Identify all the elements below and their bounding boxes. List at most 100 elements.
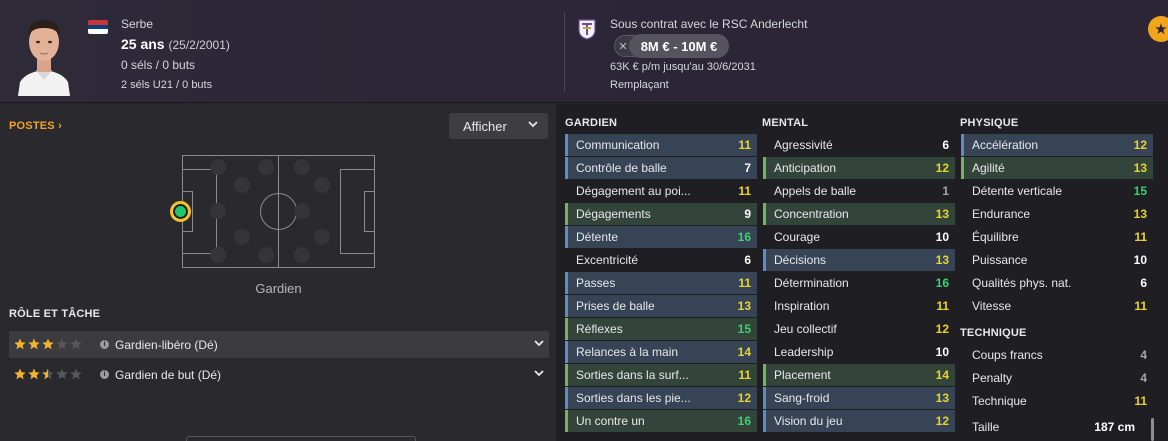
attribute-label: Coups francs (972, 348, 1043, 362)
attribute-value: 4 (1140, 371, 1147, 385)
attribute-row[interactable]: Endurance 13 (961, 203, 1153, 225)
physical-title: PHYSIQUE (960, 117, 1019, 129)
positions-title-link[interactable]: POSTES › (9, 120, 62, 132)
attribute-value: 16 (737, 230, 751, 244)
attribute-row[interactable]: Coups francs 4 (961, 344, 1153, 366)
attribute-row[interactable]: Relances à la main 14 (565, 341, 757, 363)
goalkeeping-title: GARDIEN (565, 117, 618, 129)
attribute-value: 11 (738, 184, 751, 198)
attribute-label: Appels de balle (774, 184, 857, 198)
role-row[interactable]: i Gardien-libéro (Dé) (9, 331, 549, 358)
attribute-value: 10 (935, 345, 949, 359)
attribute-row[interactable]: Sang-froid 13 (763, 387, 955, 409)
info-icon[interactable]: i (100, 370, 109, 379)
role-name: Gardien de but (Dé) (115, 368, 222, 382)
attribute-row[interactable]: Penalty 4 (961, 367, 1153, 389)
attribute-label: Vision du jeu (774, 414, 843, 428)
attribute-label: Dégagement au poi... (576, 184, 691, 198)
attribute-row[interactable]: Détermination 16 (763, 272, 955, 294)
attribute-label: Technique (972, 394, 1027, 408)
attribute-label: Décisions (774, 253, 827, 267)
attribute-row[interactable]: Réflexes 15 (565, 318, 757, 340)
attribute-row[interactable]: Prises de balle 13 (565, 295, 757, 317)
attribute-value: 11 (1134, 299, 1147, 313)
attribute-label: Détente (576, 230, 619, 244)
attribute-row[interactable]: Anticipation 12 (763, 157, 955, 179)
panel-tab-handle[interactable] (186, 436, 416, 441)
attribute-value: 14 (737, 345, 751, 359)
attribute-row[interactable]: Excentricité 6 (565, 249, 757, 271)
attribute-row[interactable]: Vision du jeu 12 (763, 410, 955, 432)
goalkeeper-position-marker (170, 201, 191, 222)
attribute-row[interactable]: Qualités phys. nat. 6 (961, 272, 1153, 294)
attribute-row[interactable]: Placement 14 (763, 364, 955, 386)
attribute-label: Anticipation (774, 161, 837, 175)
attribute-row[interactable]: Passes 11 (565, 272, 757, 294)
attribute-row[interactable]: Inspiration 11 (763, 295, 955, 317)
mental-title: MENTAL (762, 117, 809, 129)
star-icon[interactable]: ★ (1148, 16, 1168, 42)
chevron-down-icon[interactable] (533, 337, 545, 352)
attribute-value: 10 (1133, 253, 1147, 267)
attribute-row[interactable]: Décisions 13 (763, 249, 955, 271)
attribute-row[interactable]: Détente 16 (565, 226, 757, 248)
attribute-row[interactable]: Contrôle de balle 7 (565, 157, 757, 179)
attribute-value: 10 (935, 230, 949, 244)
attribute-label: Courage (774, 230, 821, 244)
senior-caps: 0 séls / 0 buts (121, 58, 196, 72)
attribute-label: Qualités phys. nat. (972, 276, 1072, 290)
attribute-row[interactable]: Dégagements 9 (565, 203, 757, 225)
attribute-label: Endurance (972, 207, 1031, 221)
attribute-row[interactable]: Leadership 10 (763, 341, 955, 363)
attribute-row[interactable]: Concentration 13 (763, 203, 955, 225)
player-header: Serbe 25 ans (25/2/2001) 0 séls / 0 buts… (0, 0, 1168, 103)
attribute-value: 7 (744, 161, 751, 175)
attribute-value: 11 (936, 299, 949, 313)
technical-title: TECHNIQUE (960, 327, 1027, 339)
chevron-down-icon[interactable] (533, 367, 545, 382)
attribute-label: Détermination (774, 276, 849, 290)
attribute-row[interactable]: Agressivité 6 (763, 134, 955, 156)
attribute-row[interactable]: Un contre un 16 (565, 410, 757, 432)
attribute-row[interactable]: Équilibre 11 (961, 226, 1153, 248)
role-row[interactable]: i Gardien de but (Dé) (9, 361, 549, 388)
chevron-right-icon: › (58, 120, 62, 132)
attribute-row[interactable]: Dégagement au poi... 11 (565, 180, 757, 202)
attribute-value: 16 (935, 276, 949, 290)
attribute-row[interactable]: Accélération 12 (961, 134, 1153, 156)
info-icon[interactable]: i (100, 340, 109, 349)
attribute-value: 13 (935, 391, 949, 405)
attribute-value: 12 (1133, 138, 1147, 152)
attribute-value: 11 (1134, 230, 1147, 244)
display-dropdown[interactable]: Afficher (449, 113, 548, 139)
attribute-value: 9 (744, 207, 751, 221)
attribute-value: 11 (738, 276, 751, 290)
nationality: Serbe (121, 17, 154, 31)
attribute-row[interactable]: Technique 11 (961, 390, 1153, 412)
role-rating-stars (14, 368, 84, 380)
attribute-row[interactable]: Détente verticale 15 (961, 180, 1153, 202)
attribute-row[interactable]: Vitesse 11 (961, 295, 1153, 317)
attribute-value: 11 (738, 368, 751, 382)
attribute-value: 6 (1140, 276, 1147, 290)
attribute-row[interactable]: Jeu collectif 12 (763, 318, 955, 340)
attribute-row[interactable]: Sorties dans la surf... 11 (565, 364, 757, 386)
scrollbar[interactable] (1151, 418, 1154, 441)
attribute-value: 14 (935, 368, 949, 382)
attribute-value: 6 (744, 253, 751, 267)
attribute-row[interactable]: Appels de balle 1 (763, 180, 955, 202)
attribute-row[interactable]: Communication 11 (565, 134, 757, 156)
attribute-row[interactable]: Courage 10 (763, 226, 955, 248)
transfer-value-pill[interactable]: ✕ 8M € - 10M € (614, 34, 729, 58)
attribute-value: 12 (737, 391, 751, 405)
attribute-row[interactable]: Agilité 13 (961, 157, 1153, 179)
attribute-label: Vitesse (972, 299, 1012, 313)
attribute-value: 1 (942, 184, 949, 198)
wage-info: 63K € p/m jusqu'au 30/6/2031 (610, 61, 756, 73)
attribute-value: 4 (1140, 348, 1147, 362)
attribute-value: 11 (1134, 394, 1147, 408)
attribute-value: 13 (1133, 207, 1147, 221)
attribute-label: Réflexes (576, 322, 623, 336)
attribute-row[interactable]: Puissance 10 (961, 249, 1153, 271)
attribute-row[interactable]: Sorties dans les pie... 12 (565, 387, 757, 409)
